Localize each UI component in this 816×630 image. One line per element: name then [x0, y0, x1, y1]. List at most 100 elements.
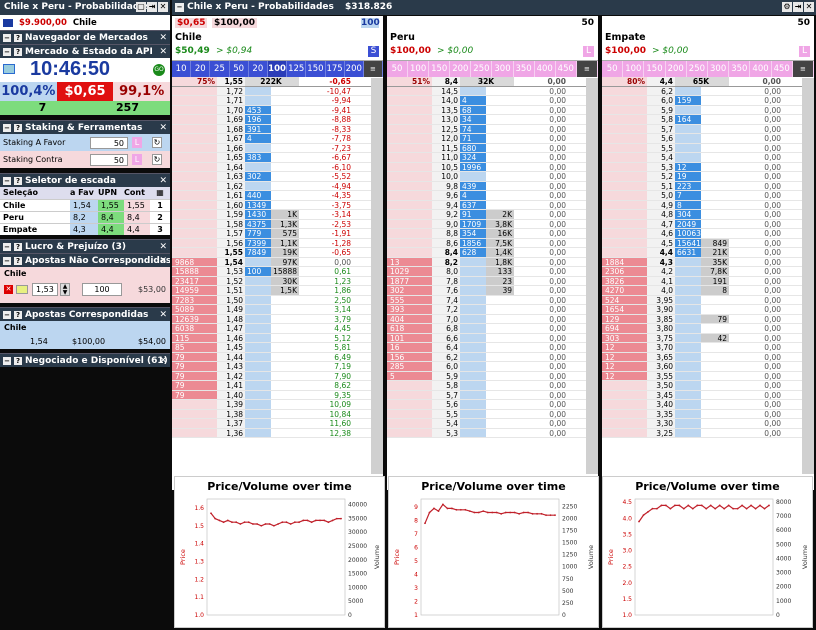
go-icon[interactable]: GO — [153, 64, 165, 76]
ladder-row[interactable]: 5,1 223 0,00 — [602, 181, 814, 191]
ladder-row[interactable]: 302 7,6 39 0,00 — [387, 286, 598, 296]
ladder-row[interactable]: 8,8 354 16K 0,00 — [387, 229, 598, 239]
ladder-row[interactable]: 79 1,42 7,90 — [172, 371, 383, 381]
stake-option[interactable]: 300 — [708, 61, 730, 77]
grid-icon[interactable]: ▦ — [150, 187, 170, 199]
ladder-row[interactable]: 6038 1,47 4,45 — [172, 324, 383, 334]
ladder-row[interactable]: 1,61 440 -4,35 — [172, 191, 383, 201]
ladder-row[interactable]: 14,5 0,00 — [387, 86, 598, 96]
ladder-row[interactable]: 1,68 391 -8,33 — [172, 124, 383, 134]
stake-option[interactable]: 175 — [326, 61, 345, 77]
minus-icon[interactable]: − — [3, 176, 11, 185]
help-icon[interactable]: ? — [14, 310, 22, 319]
staking-favor-input[interactable]: 50 — [90, 136, 128, 149]
ladder-row[interactable]: 5 5,9 0,00 — [387, 371, 598, 381]
ladder-row[interactable]: 10,0 0,00 — [387, 172, 598, 182]
settings-icon[interactable]: ⚙ — [782, 2, 792, 12]
ladder-row[interactable]: 8,4 628 1,4K 0,00 — [387, 248, 598, 258]
ladder-row[interactable]: 5,7 0,00 — [387, 390, 598, 400]
selector-row[interactable]: Peru 8,2 8,4 8,4 2 — [0, 211, 170, 223]
section-navigator[interactable]: −? Navegador de Mercados ✕ — [0, 30, 170, 44]
stake-option[interactable]: 50 — [387, 61, 409, 77]
stake-option[interactable]: 50 — [602, 61, 624, 77]
ladder-row[interactable]: 6,0 159 0,00 — [602, 96, 814, 106]
ladder-row[interactable]: 555 7,4 0,00 — [387, 295, 598, 305]
ladder-row[interactable]: 5,4 0,00 — [387, 419, 598, 429]
ladder-row[interactable]: 4,5 15641 849 0,00 — [602, 238, 814, 248]
stake-option[interactable]: 20 — [249, 61, 268, 77]
section-traded[interactable]: −? Negociado e Disponível (61) ✕ — [0, 353, 170, 367]
ladder-scrollbar[interactable] — [371, 78, 383, 474]
ladder-row[interactable]: 4,9 8 0,00 — [602, 200, 814, 210]
ladder-row[interactable]: 5,5 0,00 — [602, 143, 814, 153]
unmatched-stake-input[interactable]: 100 — [82, 283, 122, 296]
ladder-row[interactable]: 10,5 1996 0,00 — [387, 162, 598, 172]
ladder-row[interactable]: 12 3,60 0,00 — [602, 362, 814, 372]
stake-menu-icon[interactable]: ≡ — [792, 61, 815, 77]
minus-icon[interactable]: − — [3, 33, 11, 42]
stake-option[interactable]: 10 — [172, 61, 192, 77]
ladder-row[interactable]: 404 7,0 0,00 — [387, 314, 598, 324]
close-icon[interactable]: ✕ — [159, 31, 167, 44]
help-icon[interactable]: ? — [14, 47, 22, 56]
detach-icon[interactable]: ⇥ — [147, 2, 157, 12]
selector-row[interactable]: Chile 1,54 1,55 1,55 1 — [0, 199, 170, 211]
stake-option[interactable]: 450 — [556, 61, 577, 77]
ladder-scrollbar[interactable] — [802, 78, 814, 474]
stake-option[interactable]: 350 — [514, 61, 535, 77]
section-staking[interactable]: −? Staking & Ferramentas ✕ — [0, 120, 170, 134]
minus-icon[interactable]: − — [3, 356, 11, 365]
ladder-row[interactable]: 85 1,45 5,81 — [172, 343, 383, 353]
ladder-row[interactable]: 524 3,95 0,00 — [602, 295, 814, 305]
ladder-row[interactable]: 1,55 7849 19K -0,65 — [172, 248, 383, 258]
ladder-row[interactable]: 1,38 10,84 — [172, 409, 383, 419]
stake-option[interactable]: 300 — [492, 61, 514, 77]
stake-option[interactable]: 200 — [666, 61, 687, 77]
ladder-row[interactable]: 9,8 439 0,00 — [387, 181, 598, 191]
ladder-row[interactable]: 12 3,65 0,00 — [602, 352, 814, 362]
ladder-row[interactable]: 14959 1,51 1,5K 1,86 — [172, 286, 383, 296]
close-icon[interactable]: ✕ — [159, 174, 167, 187]
ladder-row[interactable]: 12,0 71 0,00 — [387, 134, 598, 144]
help-icon[interactable]: ? — [14, 242, 22, 251]
staking-contra-input[interactable]: 50 — [90, 153, 128, 166]
ladder-row[interactable]: 16 6,4 0,00 — [387, 343, 598, 353]
ladder-row[interactable]: 5,3 0,00 — [387, 428, 598, 438]
ladder-row[interactable]: 12,5 74 0,00 — [387, 124, 598, 134]
section-profit-loss[interactable]: −? Lucro & Prejuízo (3) ✕ — [0, 239, 170, 253]
mode-badge[interactable]: S — [368, 46, 379, 57]
stake-option[interactable]: 450 — [772, 61, 793, 77]
ladder-row[interactable]: 1877 7,8 23 0,00 — [387, 276, 598, 286]
ladder-row[interactable]: 1,71 -9,94 — [172, 96, 383, 106]
stake-option[interactable]: 400 — [535, 61, 556, 77]
ladder-row[interactable]: 1654 3,90 0,00 — [602, 305, 814, 315]
ladder-row[interactable]: 694 3,80 0,00 — [602, 324, 814, 334]
ladder-row[interactable]: 7283 1,50 2,50 — [172, 295, 383, 305]
stake-option[interactable]: 20 — [191, 61, 211, 77]
stake-option[interactable]: 150 — [306, 61, 326, 77]
stake-option[interactable]: 100 — [408, 61, 430, 77]
ladder-row[interactable]: 1,65 383 -6,67 — [172, 153, 383, 163]
minus-icon[interactable]: − — [3, 123, 11, 132]
ladder-row[interactable]: 618 6,8 0,00 — [387, 324, 598, 334]
stake-input[interactable]: 50 — [576, 18, 594, 28]
ladder-row[interactable]: 1,56 7399 1,1K -1,28 — [172, 238, 383, 248]
ladder-row[interactable]: 3,25 0,00 — [602, 428, 814, 438]
ladder-row[interactable]: 1,62 -4,94 — [172, 181, 383, 191]
stake-option[interactable]: 200 — [345, 61, 364, 77]
selector-row[interactable]: Empate 4,3 4,4 4,4 3 — [0, 223, 170, 235]
minus-icon[interactable]: − — [3, 256, 11, 265]
close-icon[interactable]: ✕ — [159, 240, 167, 253]
ladder-row[interactable]: 303 3,75 42 0,00 — [602, 333, 814, 343]
lock-button[interactable]: L — [132, 154, 142, 165]
stake-option[interactable]: 100 — [267, 61, 288, 77]
ladder-row[interactable]: 79 1,43 7,19 — [172, 362, 383, 372]
ladder-row[interactable]: 3,40 0,00 — [602, 400, 814, 410]
help-icon[interactable]: ? — [14, 256, 22, 265]
ladder-row[interactable]: 1884 4,3 35K 0,00 — [602, 257, 814, 267]
ladder-top-row[interactable]: 51% 8,4 32K 0,00 — [387, 77, 598, 87]
ladder-row[interactable]: 101 6,6 0,00 — [387, 333, 598, 343]
ladder-row[interactable]: 4,8 304 0,00 — [602, 210, 814, 220]
stake-input[interactable]: 100 — [361, 18, 380, 28]
refresh-icon[interactable]: ↻ — [152, 137, 162, 148]
